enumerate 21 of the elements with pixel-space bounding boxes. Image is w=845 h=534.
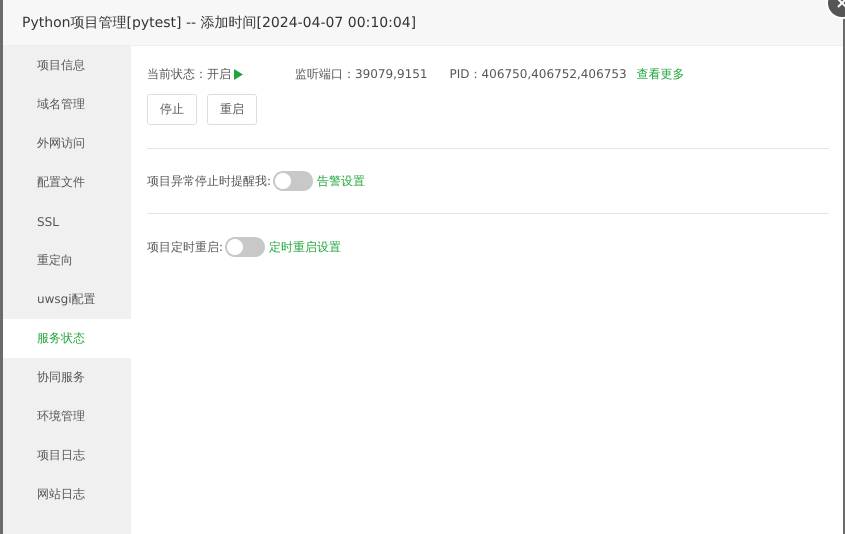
window-title: Python项目管理[pytest] -- 添加时间[2024-04-07 00:10:04]	[3, 0, 843, 46]
setting-label: 项目定时重启:	[147, 238, 224, 256]
sidebar-item[interactable]: SSL	[3, 202, 131, 241]
sidebar-item[interactable]: 配置文件	[3, 163, 131, 202]
status-label: 当前状态：开启	[147, 66, 231, 82]
pid-text: PID：406750,406752,406753	[450, 66, 627, 82]
sidebar-item[interactable]: 环境管理	[3, 397, 131, 436]
port-text: 监听端口：39079,9151	[295, 66, 428, 82]
sidebar-item[interactable]: 项目信息	[3, 46, 131, 85]
sidebar-item[interactable]: uwsgi配置	[3, 280, 131, 319]
sidebar-item[interactable]: 项目日志	[3, 436, 131, 475]
sidebar-item[interactable]: 网站日志	[3, 475, 131, 514]
sidebar-item[interactable]: 重定向	[3, 241, 131, 280]
sidebar-item[interactable]: 协同服务	[3, 358, 131, 397]
sidebar-item[interactable]: 外网访问	[3, 124, 131, 163]
toggle-switch[interactable]	[273, 171, 314, 191]
action-button[interactable]: 重启	[207, 94, 257, 125]
action-button[interactable]: 停止	[147, 94, 197, 125]
sidebar-item[interactable]: 域名管理	[3, 85, 131, 124]
toggle-switch[interactable]	[225, 237, 266, 257]
setting-label: 项目异常停止时提醒我:	[147, 172, 272, 190]
